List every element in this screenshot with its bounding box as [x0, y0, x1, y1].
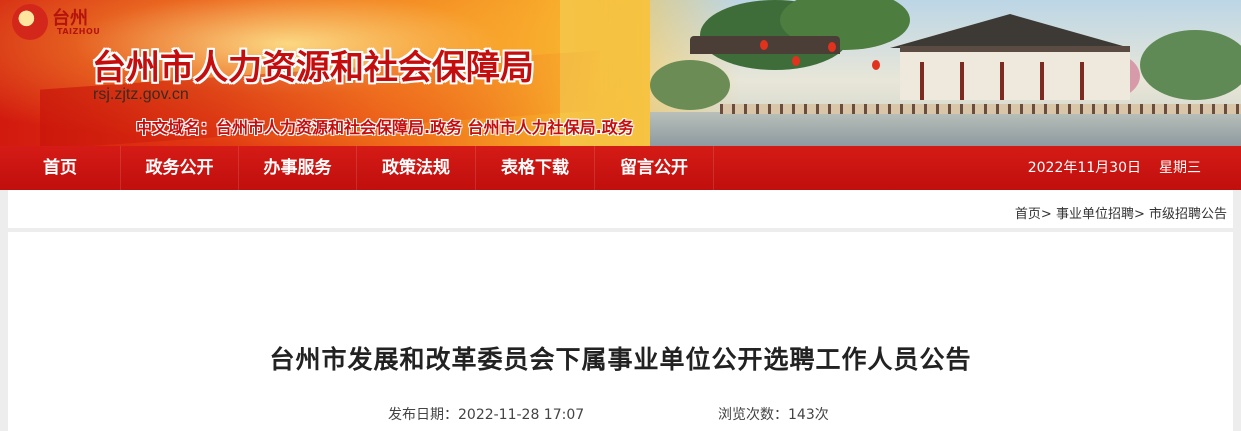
nav-item-policies[interactable]: 政策法规	[357, 146, 475, 190]
city-logo[interactable]: 台州 TAIZHOU	[12, 4, 102, 44]
nav-item-messages[interactable]: 留言公开	[595, 146, 713, 190]
breadcrumb: 首页> 事业单位招聘> 市级招聘公告	[1015, 203, 1227, 222]
article-title: 台州市发展和改革委员会下属事业单位公开选聘工作人员公告	[269, 345, 972, 374]
hall-building	[900, 46, 1130, 100]
lake	[650, 112, 1241, 146]
breadcrumb-city-recruitment[interactable]: 市级招聘公告	[1149, 207, 1227, 222]
weekday-text: 星期三	[1159, 160, 1201, 176]
bridge-railing	[720, 104, 1241, 114]
nav-item-services[interactable]: 办事服务	[239, 146, 356, 190]
lantern-decoration	[760, 40, 768, 50]
nav-item-government-affairs[interactable]: 政务公开	[121, 146, 238, 190]
hall-roof	[890, 14, 1130, 48]
site-domain: rsj.zjtz.gov.cn	[93, 86, 189, 103]
date-text: 2022年11月30日	[1027, 160, 1141, 176]
logo-subtext: TAIZHOU	[57, 27, 101, 36]
breadcrumb-home[interactable]: 首页>	[1015, 207, 1052, 222]
nav-divider	[713, 146, 714, 190]
tree-decoration	[650, 60, 730, 110]
nav-item-forms-download[interactable]: 表格下载	[476, 146, 594, 190]
site-chinese-domain: 中文域名：台州市人力资源和社会保障局.政务 台州市人力社保局.政务	[136, 118, 634, 137]
header-banner: 台州 TAIZHOU 台州市人力资源和社会保障局 rsj.zjtz.gov.cn…	[0, 0, 1241, 146]
current-date: 2022年11月30日 星期三	[1028, 146, 1201, 190]
nav-item-home[interactable]: 首页	[0, 146, 120, 190]
breadcrumb-recruitment[interactable]: 事业单位招聘>	[1056, 207, 1145, 222]
lantern-decoration	[872, 60, 880, 70]
breadcrumb-bar: 首页> 事业单位招聘> 市级招聘公告	[8, 190, 1233, 228]
lantern-decoration	[828, 42, 836, 52]
main-nav: 首页 政务公开 办事服务 政策法规 表格下载 留言公开 2022年11月30日 星…	[0, 146, 1241, 190]
tree-decoration	[1140, 30, 1241, 100]
publish-date: 发布日期：2022-11-28 17:07	[388, 407, 585, 423]
view-count: 浏览次数：143次	[718, 407, 829, 423]
site-title: 台州市人力资源和社会保障局	[92, 48, 534, 88]
article-container: 台州市发展和改革委员会下属事业单位公开选聘工作人员公告 发布日期：2022-11…	[8, 232, 1233, 431]
lantern-decoration	[792, 56, 800, 66]
logo-emblem	[12, 4, 48, 40]
